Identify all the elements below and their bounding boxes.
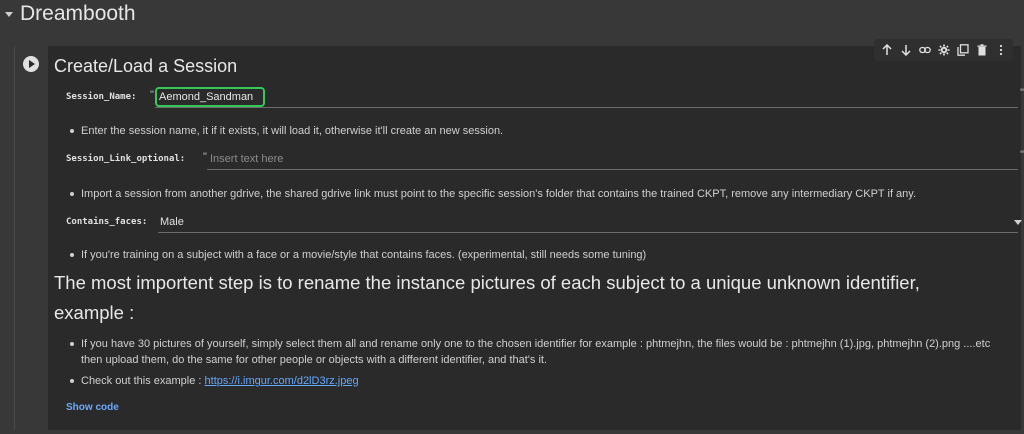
- cell-title: Create/Load a Session: [54, 56, 238, 76]
- cell-gutter: [15, 46, 48, 430]
- cell-toolbar: [874, 39, 1013, 61]
- session-link-underline: [207, 169, 1018, 170]
- session-link-row: Session_Link_optional: " ": [66, 149, 1024, 171]
- trash-icon[interactable]: [973, 41, 990, 59]
- play-icon: [29, 60, 35, 68]
- contains-faces-note: If you're training on a subject with a f…: [70, 247, 1001, 263]
- link-icon[interactable]: [916, 41, 933, 59]
- more-vert-icon[interactable]: [992, 41, 1009, 59]
- contains-faces-select[interactable]: Male: [160, 216, 184, 228]
- example-prefix: Check out this example :: [81, 375, 205, 387]
- session-name-row: Session_Name: " ": [66, 87, 1024, 109]
- run-cell-button[interactable]: [23, 56, 39, 72]
- show-code-link[interactable]: Show code: [66, 402, 119, 413]
- section-title: Dreambooth: [20, 2, 136, 25]
- quote-close: ": [1020, 149, 1024, 161]
- instructions-heading: The most importent step is to rename the…: [54, 272, 920, 323]
- arrow-up-icon[interactable]: [878, 41, 895, 59]
- session-link-label: Session_Link_optional:: [66, 154, 186, 164]
- example-link[interactable]: https://i.imgur.com/d2lD3rz.jpeg: [205, 375, 359, 387]
- contains-faces-label: Contains_faces:: [66, 217, 148, 227]
- session-name-label: Session_Name:: [66, 92, 137, 102]
- arrow-down-icon[interactable]: [897, 41, 914, 59]
- example-instruction: Check out this example : https://i.imgur…: [70, 373, 1001, 389]
- session-name-note: Enter the session name, it if it exists,…: [70, 123, 1001, 139]
- collapse-caret-icon[interactable]: [5, 12, 13, 17]
- gear-icon[interactable]: [935, 41, 952, 59]
- section-header[interactable]: Dreambooth: [0, 0, 1024, 30]
- copy-icon[interactable]: [954, 41, 971, 59]
- contains-faces-underline: [158, 232, 1018, 233]
- code-cell[interactable]: Create/Load a Session Session_Name: " " …: [14, 39, 1024, 430]
- contains-faces-row[interactable]: Contains_faces: Male: [66, 212, 1024, 234]
- session-name-input[interactable]: [156, 88, 1022, 106]
- session-name-underline: [155, 107, 1018, 108]
- session-link-input[interactable]: [207, 150, 1018, 168]
- rename-instruction: If you have 30 pictures of yourself, sim…: [70, 336, 1001, 368]
- quote-close: ": [1020, 87, 1024, 99]
- session-link-note: Import a session from another gdrive, th…: [70, 186, 1001, 202]
- dropdown-arrow-icon[interactable]: [1014, 220, 1022, 225]
- quote-open: ": [150, 89, 154, 101]
